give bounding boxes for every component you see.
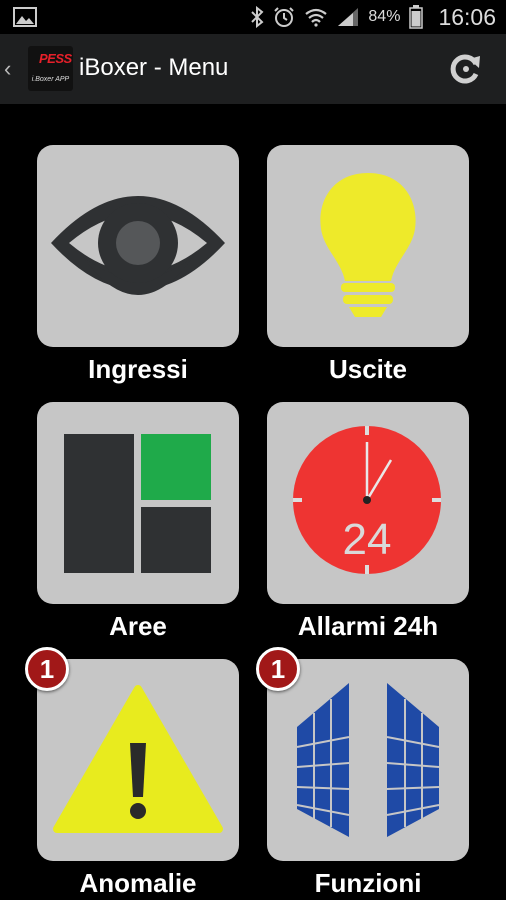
tile-label: Allarmi 24h	[297, 611, 439, 641]
action-bar: ‹ PESS i.Boxer APP iBoxer - Menu	[0, 34, 506, 104]
clock-24h-icon: 24	[293, 426, 441, 574]
tile-funzioni-button[interactable]	[267, 659, 469, 861]
notification-badge-funzioni: 1	[256, 647, 300, 691]
tile-allarmi-button[interactable]: 24	[267, 402, 469, 604]
areas-icon	[64, 434, 211, 573]
tile-anomalie-button[interactable]	[37, 659, 239, 861]
lightbulb-icon	[320, 173, 416, 317]
bluetooth-icon	[251, 6, 264, 28]
tile-label: Funzioni	[314, 868, 422, 898]
signal-icon	[338, 8, 359, 26]
menu-tile-allarmi-24h[interactable]: 24 Allarmi 24h	[267, 402, 469, 642]
refresh-icon[interactable]	[449, 52, 483, 86]
wifi-icon	[305, 8, 328, 27]
battery-percent: 84%	[368, 8, 401, 25]
menu-tile-uscite[interactable]: Uscite	[267, 145, 469, 385]
tile-label: Uscite	[328, 354, 408, 384]
tile-label: Ingressi	[88, 354, 188, 384]
eye-icon	[51, 196, 225, 295]
gallery-icon	[13, 7, 37, 27]
back-chevron-icon[interactable]: ‹	[4, 56, 11, 82]
logo-brand: PESS	[39, 51, 72, 66]
menu-tile-funzioni[interactable]: Funzioni	[267, 659, 469, 899]
tile-aree-button[interactable]	[37, 402, 239, 604]
warning-icon	[53, 685, 223, 833]
tile-ingressi-button[interactable]	[37, 145, 239, 347]
page-title: iBoxer - Menu	[79, 54, 229, 81]
logo-subtitle: i.Boxer APP	[31, 76, 70, 83]
menu-tile-anomalie[interactable]: Anomalie	[37, 659, 239, 899]
app-logo[interactable]: PESS i.Boxer APP	[28, 46, 73, 91]
gate-icon	[296, 683, 440, 837]
notification-badge-anomalie: 1	[25, 647, 69, 691]
menu-tile-ingressi[interactable]: Ingressi	[37, 145, 239, 385]
status-bar: 84% 16:06	[0, 0, 506, 34]
tile-uscite-button[interactable]	[267, 145, 469, 347]
tile-label: Anomalie	[79, 868, 197, 898]
alarm-clock-icon	[274, 7, 295, 27]
clock-24-text: 24	[343, 515, 392, 564]
menu-tile-aree[interactable]: Aree	[37, 402, 239, 642]
clock-time: 16:06	[438, 3, 496, 30]
battery-icon	[409, 5, 424, 29]
tile-label: Aree	[109, 611, 167, 641]
